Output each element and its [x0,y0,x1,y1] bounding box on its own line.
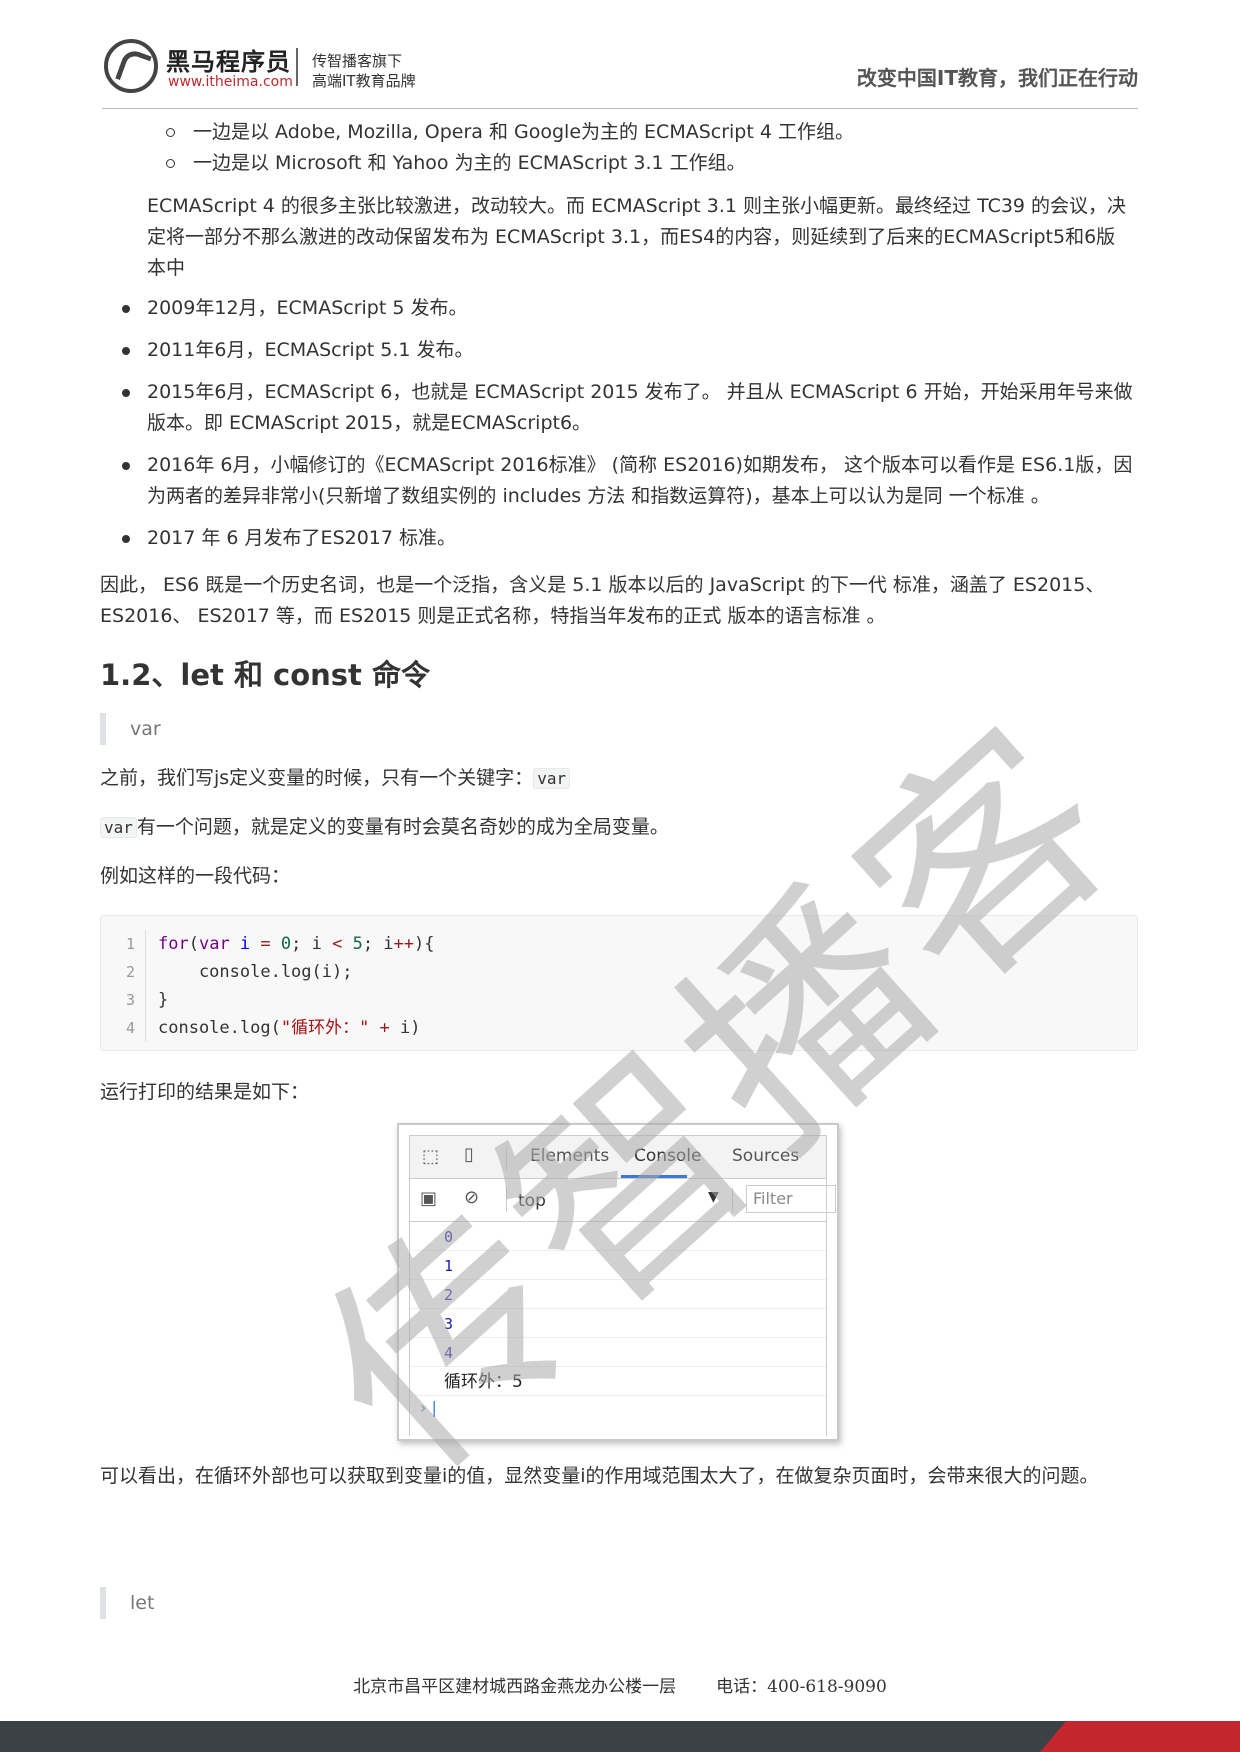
console-output: 0 1 2 3 4 循环外：5 › | [410,1222,826,1422]
code-block: 1 2 3 4 for(var i = 0; i < 5; i++){ cons… [100,915,1138,1051]
console-row: 1 [410,1251,826,1280]
code-line: for(var i = 0; i < 5; i++){ [158,930,435,958]
code-token: + [369,1018,401,1038]
code-token: ( [188,934,199,954]
tab-elements[interactable]: Elements [530,1146,609,1166]
sub-list-item: 一边是以 Adobe, Mozilla, Opera 和 Google为主的 E… [148,117,854,148]
timeline-item: 2016年 6月，小幅修订的《ECMAScript 2016标准》 (简称 ES… [100,450,1140,512]
line-number: 2 [125,963,135,981]
footer-accent [1040,1721,1240,1752]
logo-url: www.itheima.com [168,74,293,90]
show-sidebar-icon[interactable]: ▣ [420,1188,437,1209]
devtools-screenshot: ⬚ ▯ Elements Console Sources ▣ ⊘ top ▼ F… [397,1123,839,1441]
console-row: 2 [410,1280,826,1309]
filter-input[interactable]: Filter [746,1185,836,1213]
device-toolbar-icon[interactable]: ▯ [464,1144,474,1165]
dropdown-caret-icon[interactable]: ▼ [708,1189,719,1205]
code-lines: for(var i = 0; i < 5; i++){ console.log(… [158,930,435,1042]
page-header: 黑马程序员 www.itheima.com 传智播客旗下 高端IT教育品牌 改变… [102,34,1138,109]
code-token: 5 [342,934,363,954]
console-prompt[interactable]: › | [410,1396,826,1422]
code-token: for [158,934,189,954]
paragraph-problem-text: 有一个问题，就是定义的变量有时会莫名奇妙的成为全局变量。 [136,816,669,838]
timeline-item: 2015年6月，ECMAScript 6，也就是 ECMAScript 2015… [100,377,1140,439]
devtools-tabbar: ⬚ ▯ Elements Console Sources [410,1136,826,1179]
code-line: console.log(i); [158,962,353,982]
line-number: 3 [125,991,135,1009]
paragraph-result: 运行打印的结果是如下： [100,1081,310,1103]
code-token: < [332,934,343,954]
paragraph-example: 例如这样的一段代码： [100,865,291,887]
timeline-item: 2011年6月，ECMAScript 5.1 发布。 [100,335,1140,366]
console-row: 3 [410,1309,826,1338]
code-token: = [260,934,271,954]
timeline-item: 2009年12月，ECMAScript 5 发布。 [100,293,1140,324]
console-row: 0 [410,1222,826,1251]
tab-console[interactable]: Console [634,1146,702,1166]
console-row: 循环外：5 [410,1367,826,1396]
toolbar-divider [732,1188,733,1212]
logo-tagline-1: 传智播客旗下 [312,52,403,70]
toolbar-divider [506,1146,507,1170]
code-token: ){ [414,934,435,954]
summary-paragraph: 因此， ES6 既是一个历史名词，也是一个泛指，含义是 5.1 版本以后的 Ja… [100,574,1105,627]
code-line: console.log("循环外：" + i) [158,1014,435,1042]
blockquote-var: var [100,713,1140,745]
toolbar-divider [506,1188,507,1212]
line-number: 4 [125,1019,135,1037]
inspect-element-icon[interactable]: ⬚ [422,1146,439,1167]
footer-address: 北京市昌平区建材城西路金燕龙办公楼一层 [353,1677,677,1697]
blockquote-let: let [100,1587,1140,1619]
timeline-item: 2017 年 6 月发布了ES2017 标准。 [100,523,1140,554]
header-slogan: 改变中国IT教育，我们正在行动 [856,66,1138,90]
logo-divider [296,48,298,86]
timeline-list: 2009年12月，ECMAScript 5 发布。 2011年6月，ECMASc… [100,293,1140,565]
indent-paragraph: ECMAScript 4 的很多主张比较激进，改动较大。而 ECMAScript… [147,195,1127,279]
horse-logo-icon [104,39,158,93]
line-number-gutter: 1 2 3 4 [101,930,146,1042]
line-number: 1 [125,935,135,953]
section-heading: 1.2、let 和 const 命令 [100,658,431,692]
sub-list-item: 一边是以 Microsoft 和 Yahoo 为主的 ECMAScript 3.… [148,148,854,179]
code-line: } [158,990,169,1010]
code-token: i [229,934,261,954]
logo-tagline-2: 高端IT教育品牌 [312,72,416,90]
inline-code: var [533,768,571,789]
code-token: ; i [291,934,333,954]
console-toolbar: ▣ ⊘ top ▼ Filter [410,1179,836,1222]
paragraph-before: 之前，我们写js定义变量的时候，只有一个关键字： var [100,763,1140,794]
console-row: 4 [410,1338,826,1367]
code-token: var [198,934,230,954]
code-token: console.log( [158,1018,281,1038]
logo-name: 黑马程序员 [166,48,291,76]
code-token: ++ [393,934,415,954]
paragraph-problem: var 有一个问题，就是定义的变量有时会莫名奇妙的成为全局变量。 [100,812,1140,843]
code-token: i) [400,1018,421,1038]
code-token: "循环外：" [280,1018,370,1038]
inline-code: var [100,817,137,838]
code-token: ; i [362,934,394,954]
tab-sources[interactable]: Sources [732,1146,799,1166]
active-tab-indicator [621,1175,687,1178]
context-selector[interactable]: top [518,1191,546,1211]
sub-list: 一边是以 Adobe, Mozilla, Opera 和 Google为主的 E… [148,117,854,179]
code-token: 0 [270,934,292,954]
footer-phone: 电话：400-618-9090 [716,1677,887,1697]
paragraph-conclusion: 可以看出，在循环外部也可以获取到变量i的值，显然变量i的作用域范围太大了，在做复… [100,1465,1099,1487]
devtools-panel: ⬚ ▯ Elements Console Sources ▣ ⊘ top ▼ F… [409,1135,836,1436]
footer-text: 北京市昌平区建材城西路金燕龙办公楼一层 电话：400-618-9090 [0,1672,1240,1697]
paragraph-before-text: 之前，我们写js定义变量的时候，只有一个关键字： [100,767,534,789]
clear-console-icon[interactable]: ⊘ [464,1187,479,1208]
